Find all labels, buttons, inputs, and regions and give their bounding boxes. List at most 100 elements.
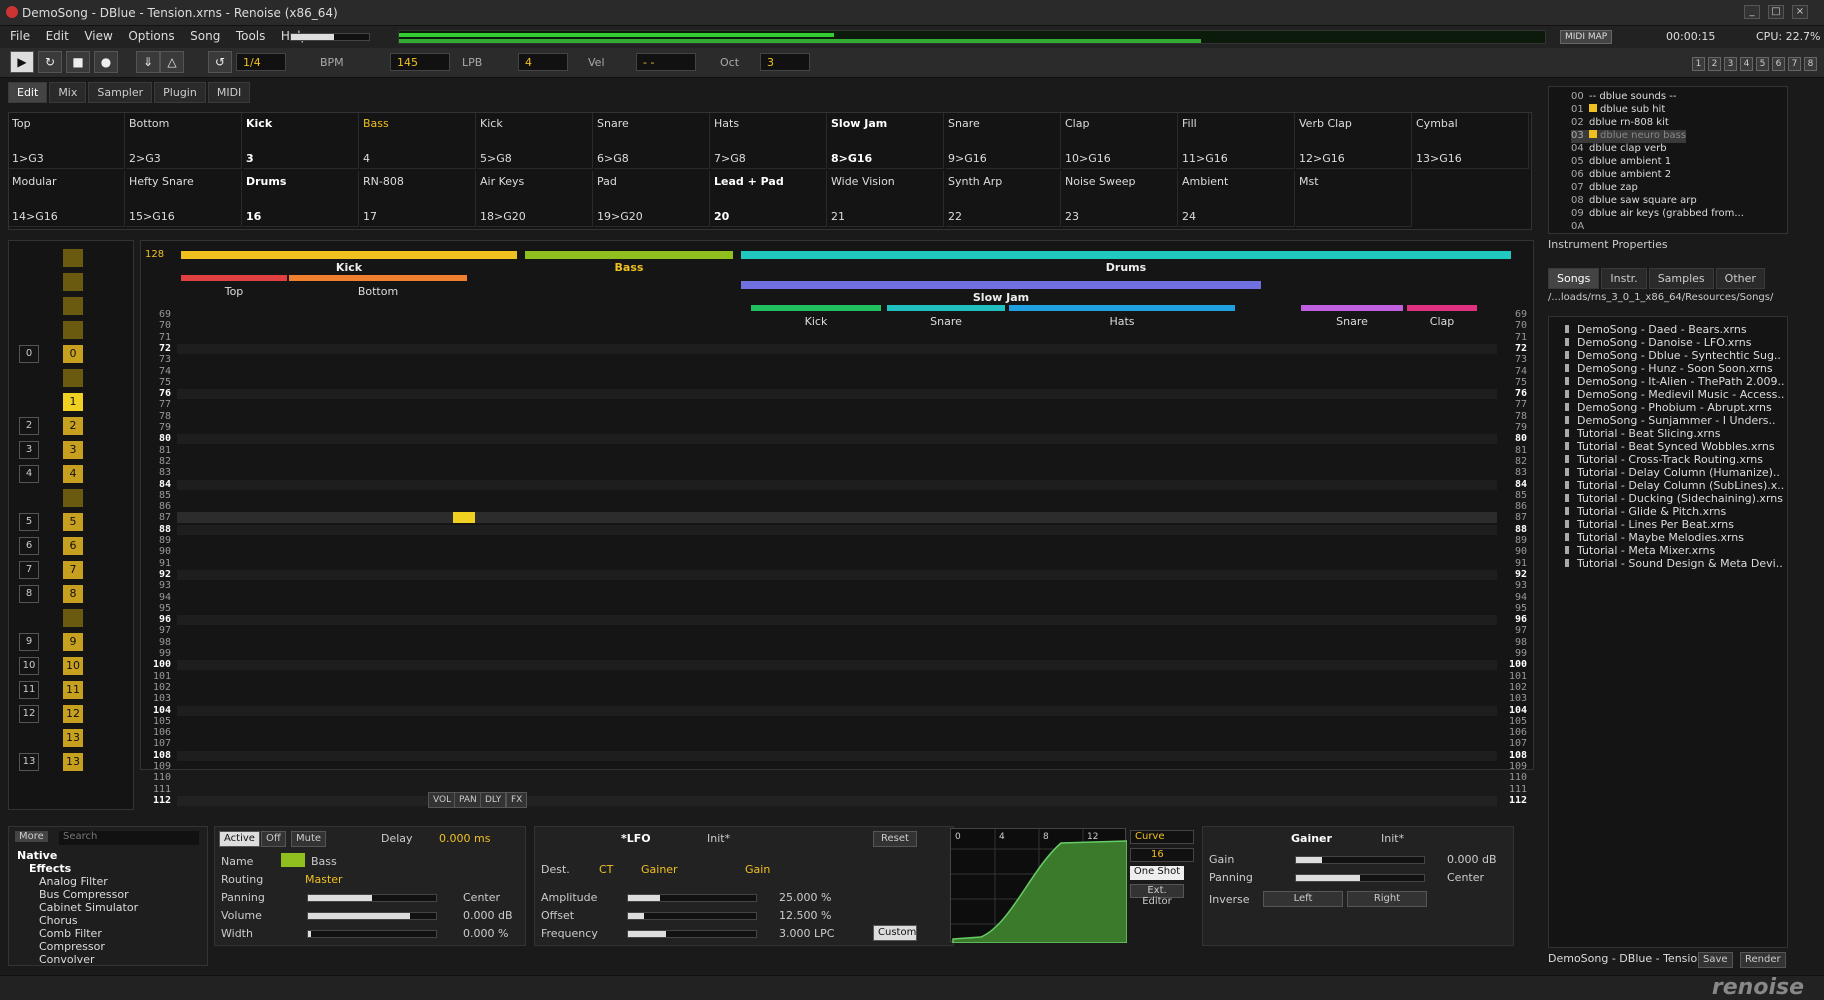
track-overview-cell[interactable]: Fill 11>G16 — [1179, 113, 1295, 169]
layout-button-2[interactable]: 2 — [1708, 57, 1721, 71]
sequence-pattern-number[interactable] — [63, 297, 83, 315]
browser-path[interactable]: /...loads/rns_3_0_1_x86_64/Resources/Son… — [1548, 292, 1778, 303]
expand-arrow-icon[interactable] — [1565, 429, 1573, 437]
sequence-slot[interactable] — [9, 273, 129, 295]
curve-select[interactable]: Curve — [1130, 830, 1194, 844]
song-file-item[interactable]: DemoSong - Danoise - LFO.xrns — [1577, 336, 1751, 349]
song-file-item[interactable]: Tutorial - Beat Slicing.xrns — [1577, 427, 1720, 440]
offset-slider[interactable] — [627, 912, 757, 920]
close-button[interactable]: × — [1792, 5, 1808, 19]
expand-arrow-icon[interactable] — [1565, 364, 1573, 372]
instrument-properties-header[interactable]: Instrument Properties — [1548, 238, 1788, 256]
track-overview-cell[interactable]: Bass 4 — [360, 113, 476, 169]
expand-arrow-icon[interactable] — [1565, 377, 1573, 385]
metronome-button[interactable]: △ — [160, 51, 184, 73]
record-button[interactable]: ● — [94, 51, 118, 73]
sequence-pattern-number[interactable] — [63, 273, 83, 291]
dest-device-select[interactable]: Gainer — [641, 863, 678, 876]
sequence-pattern-number[interactable]: 13 — [63, 753, 83, 771]
one-shot-button[interactable]: One Shot — [1130, 866, 1184, 880]
mute-button[interactable]: Mute — [291, 831, 327, 847]
inverse-right-button[interactable]: Right — [1347, 891, 1427, 907]
instrument-list-item[interactable]: 09 dblue air keys (grabbed from... — [1571, 208, 1744, 221]
song-file-item[interactable]: DemoSong - Medievil Music - Access.. — [1577, 388, 1784, 401]
instrument-list-item[interactable]: 0A — [1571, 221, 1589, 234]
inverse-left-button[interactable]: Left — [1263, 891, 1343, 907]
midi-map-button[interactable]: MIDI MAP — [1560, 30, 1613, 44]
points-field[interactable]: 16 — [1130, 848, 1194, 862]
sequence-slot[interactable]: 33 — [9, 441, 129, 463]
song-file-item[interactable]: Tutorial - Maybe Melodies.xrns — [1577, 531, 1744, 544]
routing-select[interactable]: Master — [305, 873, 343, 886]
sequence-pattern-number[interactable] — [63, 489, 83, 507]
pattern-grid[interactable]: Top Bottom Kick Snare Hats Snare Clap 69 69 70 70 7… — [141, 241, 1535, 806]
song-file-item[interactable]: Tutorial - Lines Per Beat.xrns — [1577, 518, 1734, 531]
tab-samples[interactable]: Samples — [1648, 268, 1714, 289]
sequence-slot[interactable] — [9, 321, 129, 343]
track-overview-cell[interactable]: Slow Jam 8>G16 — [828, 113, 944, 169]
effect-item[interactable]: Compressor — [39, 940, 105, 953]
sequence-slot[interactable]: 12 12 — [9, 705, 129, 727]
delay-value[interactable]: 0.000 ms — [439, 832, 490, 845]
track-overview-cell[interactable]: Bottom 2>G3 — [126, 113, 242, 169]
sequence-pattern-number[interactable] — [63, 369, 83, 387]
velocity-field[interactable]: - - — [636, 53, 696, 71]
tab-songs[interactable]: Songs — [1548, 268, 1600, 289]
menu-file[interactable]: File — [4, 26, 36, 46]
effect-item[interactable]: Comb Filter — [39, 927, 102, 940]
lfo-envelope-graph[interactable]: 0 4 8 12 — [950, 828, 1128, 944]
expand-arrow-icon[interactable] — [1565, 416, 1573, 424]
width-slider[interactable] — [307, 930, 437, 938]
sequence-pattern-number[interactable]: 5 — [63, 513, 83, 531]
sequence-slot[interactable] — [9, 297, 129, 319]
expand-arrow-icon[interactable] — [1565, 520, 1573, 528]
song-file-item[interactable]: DemoSong - It-Alien - ThePath 2.009.. — [1577, 375, 1785, 388]
track-overview-cell[interactable]: Kick 3 — [243, 113, 359, 169]
sequence-pattern-number[interactable]: 10 — [63, 657, 83, 675]
sequence-slot[interactable]: 55 — [9, 513, 129, 535]
play-button[interactable]: ▶ — [10, 51, 34, 73]
sequence-slot[interactable]: 00 — [9, 345, 129, 367]
fx-column-toggle[interactable]: FX — [506, 792, 528, 808]
track-overview-cell[interactable]: RN-808 17 — [360, 171, 476, 227]
volume-slider[interactable] — [307, 912, 437, 920]
loop-button[interactable]: ↻ — [38, 51, 62, 73]
sequence-pattern-number[interactable]: 9 — [63, 633, 83, 651]
song-file-item[interactable]: DemoSong - Phobium - Abrupt.xrns — [1577, 401, 1772, 414]
instrument-list-item[interactable]: 01 dblue sub hit — [1571, 104, 1665, 117]
panning-slider[interactable] — [307, 894, 437, 902]
track-name-header[interactable]: Top — [181, 285, 287, 298]
song-file-item[interactable]: Tutorial - Meta Mixer.xrns — [1577, 544, 1715, 557]
song-file-item[interactable]: DemoSong - Dblue - Syntechtic Sug.. — [1577, 349, 1781, 362]
track-overview-cell[interactable]: Synth Arp 22 — [945, 171, 1061, 227]
expand-arrow-icon[interactable] — [1565, 455, 1573, 463]
track-name-header[interactable]: Clap — [1407, 315, 1477, 328]
expand-arrow-icon[interactable] — [1565, 403, 1573, 411]
ext-editor-button[interactable]: Ext. Editor — [1130, 884, 1184, 907]
expand-arrow-icon[interactable] — [1565, 338, 1573, 346]
beat-fraction-field[interactable]: 1/4 — [236, 53, 286, 71]
track-name-header[interactable]: Hats — [1009, 315, 1235, 328]
track-overview-cell[interactable]: Hefty Snare 15>G16 — [126, 171, 242, 227]
edit-cursor[interactable] — [453, 512, 475, 524]
layout-button-1[interactable]: 1 — [1692, 57, 1705, 71]
track-name-header[interactable]: Kick — [751, 315, 881, 328]
expand-arrow-icon[interactable] — [1565, 325, 1573, 333]
reset-button[interactable]: Reset — [873, 831, 917, 847]
effect-item[interactable]: Chorus — [39, 914, 78, 927]
sequence-slot[interactable] — [9, 489, 129, 511]
tab-other[interactable]: Other — [1715, 268, 1765, 289]
instrument-list-item[interactable]: 02 dblue rn-808 kit — [1571, 117, 1669, 130]
gain-slider[interactable] — [1295, 856, 1425, 864]
instrument-list-item[interactable]: 03 dblue neuro bass — [1571, 130, 1687, 143]
song-file-item[interactable]: Tutorial - Delay Column (SubLines).x.. — [1577, 479, 1784, 492]
song-file-item[interactable]: DemoSong - Daed - Bears.xrns — [1577, 323, 1747, 336]
custom-button[interactable]: Custom — [873, 925, 917, 941]
sequence-slot[interactable]: 1 — [9, 393, 129, 415]
lpb-field[interactable]: 4 — [518, 53, 568, 71]
maximize-button[interactable]: □ — [1768, 5, 1784, 19]
expand-arrow-icon[interactable] — [1565, 546, 1573, 554]
sequence-slot[interactable]: 13 13 — [9, 753, 129, 775]
undo-icon[interactable]: ↺ — [208, 51, 232, 73]
tab-sampler[interactable]: Sampler — [88, 82, 153, 103]
